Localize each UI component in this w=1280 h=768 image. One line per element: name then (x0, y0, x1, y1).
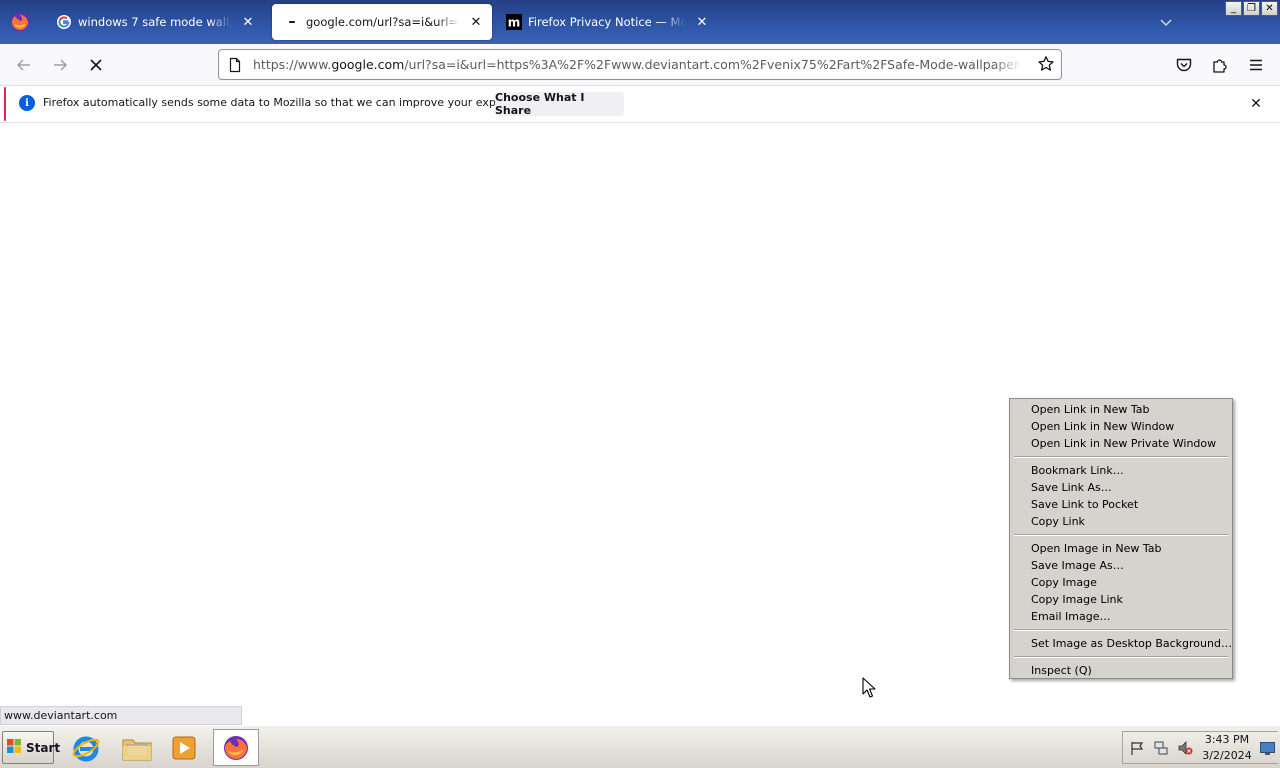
choose-what-i-share-button[interactable]: Choose What I Share (495, 91, 624, 117)
mozilla-m-icon: m (506, 14, 522, 30)
start-button[interactable]: Start (2, 731, 60, 764)
network-icon[interactable] (1153, 740, 1169, 756)
menu-item-open-link-in-new-private-window[interactable]: Open Link in New Private Window (1011, 435, 1231, 452)
pocket-icon[interactable] (1172, 53, 1196, 77)
data-collection-notification: i Firefox automatically sends some data … (0, 86, 1280, 123)
menu-separator (1014, 456, 1228, 458)
close-tab-icon[interactable]: ✕ (466, 12, 486, 32)
tab-firefox-privacy-notice[interactable]: m Firefox Privacy Notice — Mozilla ✕ (494, 4, 718, 40)
show-desktop-icon[interactable] (1260, 742, 1275, 756)
clock-date[interactable]: 3/2/2024 (1197, 749, 1257, 762)
menu-item-email-image[interactable]: Email Image… (1011, 608, 1231, 625)
menu-item-open-image-in-new-tab[interactable]: Open Image in New Tab (1011, 540, 1231, 557)
menu-separator (1014, 629, 1228, 631)
internet-explorer-icon[interactable] (63, 729, 109, 766)
menu-item-copy-image[interactable]: Copy Image (1011, 574, 1231, 591)
svg-text:m: m (508, 16, 521, 30)
menu-item-open-link-in-new-window[interactable]: Open Link in New Window (1011, 418, 1231, 435)
tab-google-redirect[interactable]: google.com/url?sa=i&url=https%3A%2F%2Fww… (272, 4, 492, 40)
action-center-flag-icon[interactable] (1129, 740, 1145, 756)
firefox-icon[interactable] (213, 729, 259, 766)
windows-explorer-icon[interactable] (114, 729, 160, 766)
menu-item-save-image-as[interactable]: Save Image As… (1011, 557, 1231, 574)
close-tab-icon[interactable]: ✕ (692, 12, 712, 32)
windows-logo-icon (6, 738, 22, 757)
mouse-pointer-icon (862, 677, 878, 699)
firefox-logo-icon[interactable] (8, 10, 32, 34)
tab-strip: windows 7 safe mode wallpaper - Google S… (0, 0, 1280, 44)
address-bar[interactable]: https://www.google.com/url?sa=i&url=http… (218, 49, 1062, 80)
close-tab-icon[interactable]: ✕ (238, 12, 258, 32)
back-arrow-icon[interactable] (12, 53, 36, 77)
tab-google-search[interactable]: windows 7 safe mode wallpaper - Google S… (44, 4, 264, 40)
navigation-toolbar: https://www.google.com/url?sa=i&url=http… (0, 44, 1280, 86)
menu-item-set-image-as-desktop-background[interactable]: Set Image as Desktop Background… (1011, 635, 1232, 652)
tab-title: windows 7 safe mode wallpaper - Google S… (78, 15, 232, 29)
menu-item-copy-link[interactable]: Copy Link (1011, 513, 1231, 530)
menu-item-bookmark-link[interactable]: Bookmark Link… (1011, 462, 1231, 479)
start-label: Start (26, 740, 61, 755)
info-icon: i (19, 95, 35, 111)
context-menu: Open Link in New Tab Open Link in New Win… (1009, 398, 1233, 679)
menu-separator (1014, 534, 1228, 536)
link-status-panel: www.deviantart.com (0, 706, 242, 725)
clock-time[interactable]: 3:43 PM (1197, 733, 1257, 746)
close-window-button[interactable]: ✕ (1261, 1, 1278, 16)
menu-item-copy-image-link[interactable]: Copy Image Link (1011, 591, 1231, 608)
forward-arrow-icon[interactable] (48, 53, 72, 77)
window-controls: _ ❐ ✕ (1225, 1, 1278, 16)
url-path: /url?sa=i&url=https%3A%2F%2Fwww.devianta… (404, 57, 1023, 72)
media-player-icon[interactable] (161, 729, 207, 766)
restore-button[interactable]: ❐ (1243, 1, 1260, 16)
tab-title: Firefox Privacy Notice — Mozilla (528, 15, 686, 29)
menu-item-save-link-as[interactable]: Save Link As… (1011, 479, 1231, 496)
url-text[interactable]: https://www.google.com/url?sa=i&url=http… (253, 57, 1023, 72)
page-icon (227, 57, 243, 73)
url-prefix: https://www. (253, 57, 332, 72)
extensions-puzzle-icon[interactable] (1208, 53, 1232, 77)
menu-item-inspect-q[interactable]: Inspect (Q) (1011, 662, 1231, 679)
tab-title: google.com/url?sa=i&url=https%3A%2F%2Fww… (306, 15, 460, 29)
stop-loading-icon[interactable] (84, 53, 108, 77)
minimize-button[interactable]: _ (1225, 1, 1242, 16)
url-domain: google.com (331, 57, 405, 72)
chevron-down-icon[interactable] (1156, 12, 1176, 32)
menu-separator (1014, 656, 1228, 658)
windows-taskbar: Start 3:43 PM 3/2/2024 (0, 725, 1280, 768)
notification-message: Firefox automatically sends some data to… (43, 96, 541, 109)
volume-muted-icon[interactable] (1177, 740, 1193, 756)
google-g-icon (56, 14, 72, 30)
menu-item-save-link-to-pocket[interactable]: Save Link to Pocket (1011, 496, 1231, 513)
bookmark-star-icon[interactable] (1037, 55, 1055, 73)
loading-dot-icon (284, 14, 300, 30)
menu-item-open-link-in-new-tab[interactable]: Open Link in New Tab (1011, 401, 1231, 418)
close-icon[interactable]: ✕ (1246, 94, 1266, 114)
hamburger-menu-icon[interactable] (1244, 53, 1268, 77)
notification-accent-stripe (4, 87, 6, 121)
